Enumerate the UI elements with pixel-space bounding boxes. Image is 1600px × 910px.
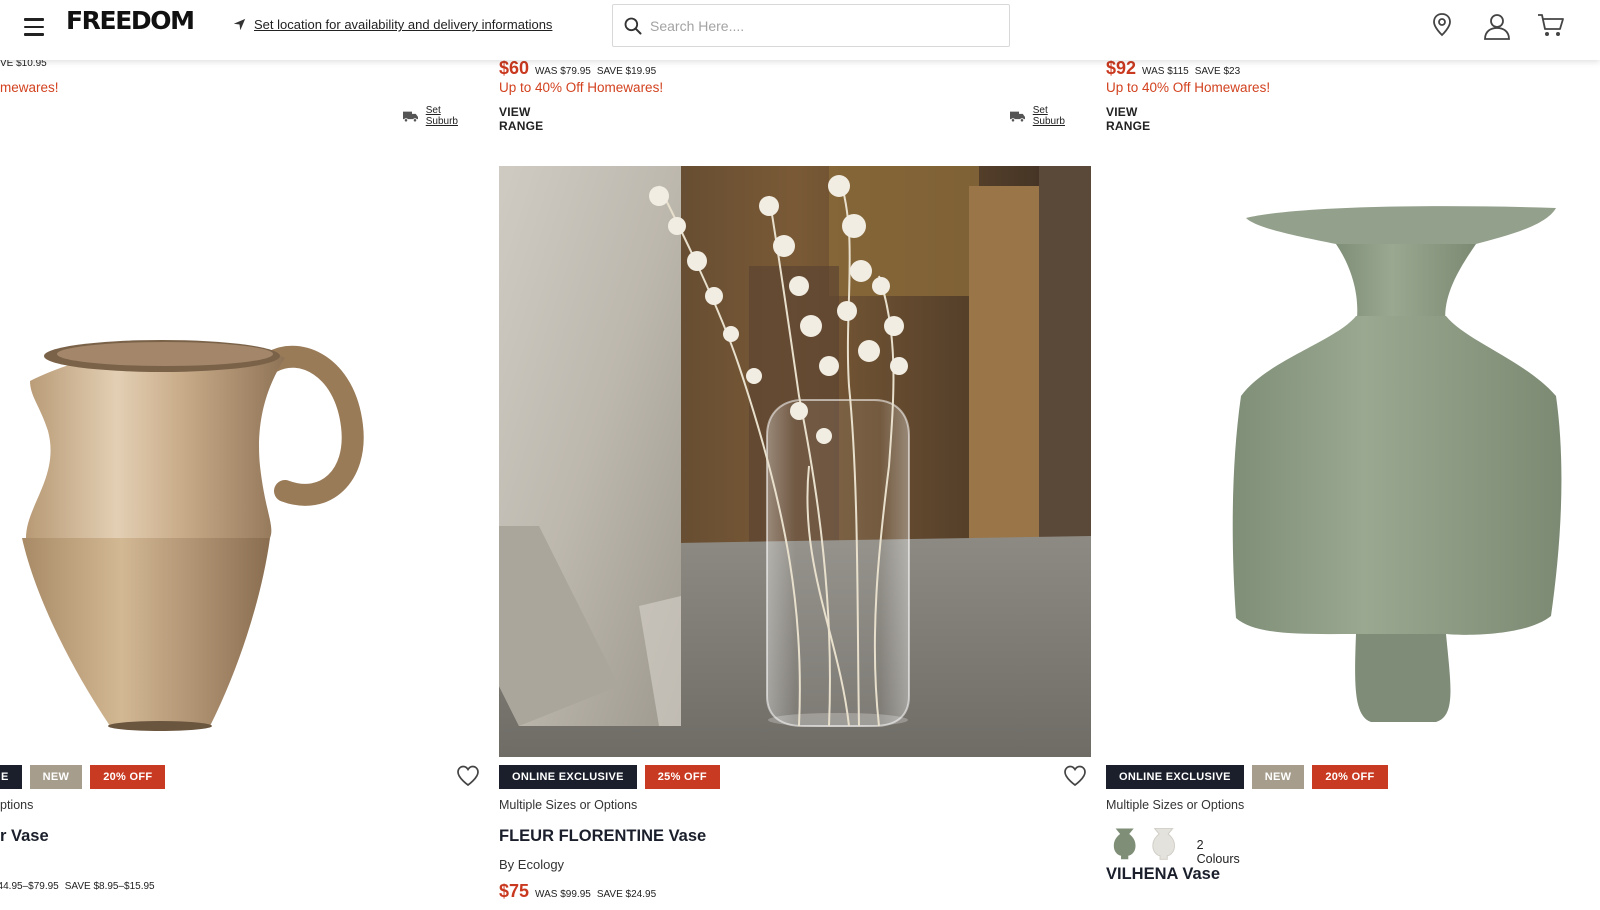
colour-count: 2 Colours xyxy=(1196,838,1240,866)
product-image-jug-vase[interactable] xyxy=(0,166,484,758)
set-suburb-text: Set Suburb xyxy=(1032,105,1065,127)
brand-line: By Ecology xyxy=(499,857,564,872)
promo-text: mewares! xyxy=(0,80,59,95)
badge-discount: 20% OFF xyxy=(1312,765,1388,789)
save-amount: SAVE $19.95 xyxy=(596,66,657,77)
glass-vase-photo xyxy=(499,166,1091,757)
swatch-white[interactable] xyxy=(1151,824,1176,862)
site-header: FREEDOM Set location for availability an… xyxy=(0,0,1600,60)
cart-icon[interactable] xyxy=(1537,12,1565,38)
search-icon xyxy=(624,17,642,34)
was-price-bottom: WAS $99.95 xyxy=(535,889,591,900)
sizes-label: ptions xyxy=(0,798,34,812)
save-amount: SAVE $23 xyxy=(1194,66,1241,77)
badge-online-exclusive: E xyxy=(0,765,22,789)
colour-swatches: 2 Colours xyxy=(1112,820,1245,866)
delivery-truck-icon xyxy=(1010,111,1025,122)
location-arrow-icon xyxy=(233,18,246,31)
was-price: WAS $79.95 xyxy=(535,66,591,77)
freedom-logo[interactable]: FREEDOM xyxy=(66,6,195,35)
badge-new: NEW xyxy=(1251,765,1305,789)
gold-jug-vase-image xyxy=(22,340,364,731)
set-location-text: Set location for availability and delive… xyxy=(254,17,553,32)
current-price: $92 xyxy=(1106,58,1137,78)
product-name[interactable]: VILHENA Vase xyxy=(1106,865,1220,884)
wishlist-heart-icon[interactable] xyxy=(456,765,480,787)
account-icon[interactable] xyxy=(1483,12,1511,40)
product-name[interactable]: FLEUR FLORENTINE Vase xyxy=(499,827,706,846)
was-price: WAS $115 xyxy=(1142,66,1189,77)
set-suburb-link[interactable]: Set Suburb xyxy=(1010,105,1070,127)
badge-discount: 25% OFF xyxy=(644,765,720,789)
search-input[interactable] xyxy=(650,17,990,34)
set-suburb-text: Set Suburb xyxy=(425,105,458,127)
store-locator-icon[interactable] xyxy=(1430,12,1454,38)
price-range: $44.95–$79.95 xyxy=(0,881,59,892)
brand-by-label: By xyxy=(499,857,515,872)
product-name[interactable]: r Vase xyxy=(0,827,49,846)
set-suburb-link[interactable]: Set Suburb xyxy=(403,105,463,127)
current-price: $60 xyxy=(499,58,530,78)
product-image-vilhena[interactable] xyxy=(1106,166,1600,758)
brand-name[interactable]: Ecology xyxy=(518,857,564,872)
search-box[interactable] xyxy=(612,4,1010,47)
badge-online-exclusive: ONLINE EXCLUSIVE xyxy=(499,765,637,789)
save-range: SAVE $8.95–$15.95 xyxy=(64,881,155,892)
green-vase-image xyxy=(1232,206,1562,722)
wishlist-heart-icon[interactable] xyxy=(1063,765,1087,787)
view-range-link[interactable]: VIEW RANGE xyxy=(1106,105,1150,133)
promo-text: Up to 40% Off Homewares! xyxy=(1106,80,1271,95)
menu-icon[interactable] xyxy=(24,18,44,36)
badge-discount: 20% OFF xyxy=(90,765,166,789)
view-range-link[interactable]: VIEW RANGE xyxy=(499,105,543,133)
product-image-fleur-florentine[interactable] xyxy=(499,166,1091,757)
badge-new: NEW xyxy=(29,765,83,789)
promo-text: Up to 40% Off Homewares! xyxy=(499,80,664,95)
swatch-green[interactable] xyxy=(1112,824,1137,862)
current-price-bottom: $75 xyxy=(499,881,530,901)
set-location-link[interactable]: Set location for availability and delive… xyxy=(233,17,552,32)
badge-online-exclusive: ONLINE EXCLUSIVE xyxy=(1106,765,1244,789)
save-amount-bottom: SAVE $24.95 xyxy=(596,889,657,900)
delivery-truck-icon xyxy=(403,111,418,122)
sizes-label: Multiple Sizes or Options xyxy=(1106,798,1245,812)
sizes-label: Multiple Sizes or Options xyxy=(499,798,638,812)
